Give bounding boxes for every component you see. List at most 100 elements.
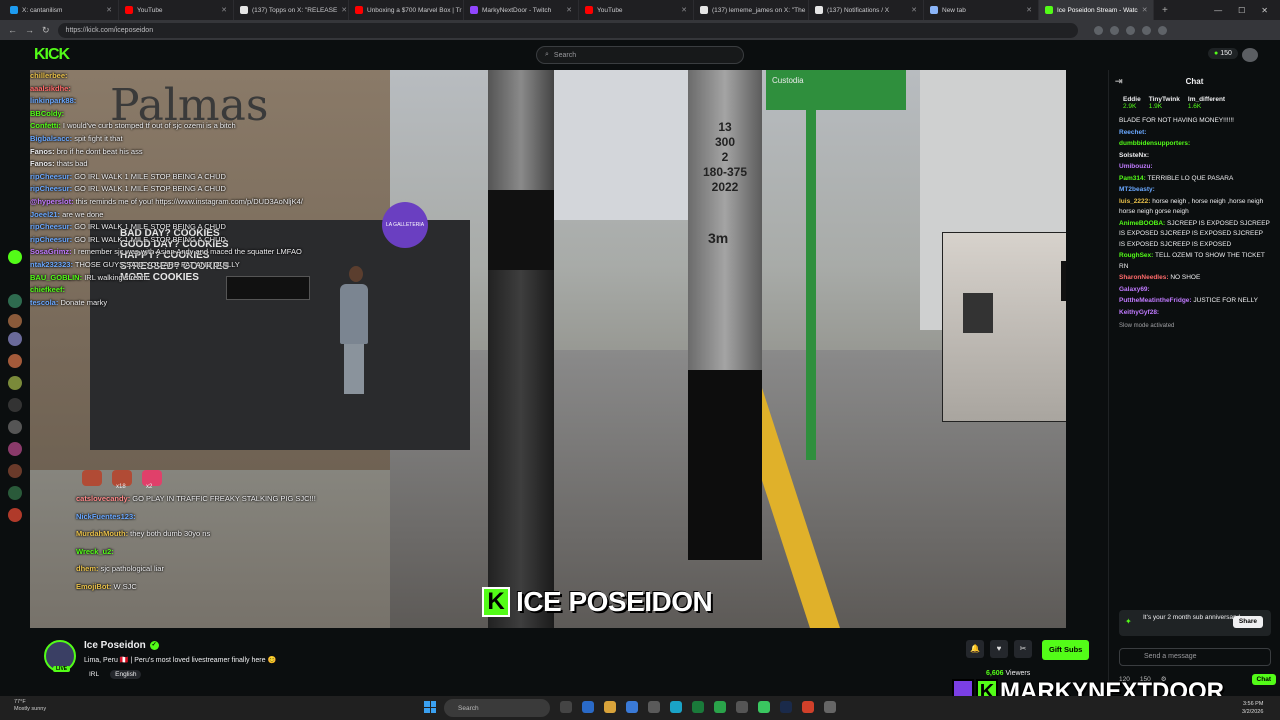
browser-tab[interactable]: Unboxing a $700 Marvel Box | Tr✕ bbox=[349, 0, 464, 20]
leaderboard-entry[interactable]: Eddie 2.9K bbox=[1123, 96, 1141, 110]
followed-channel-icon[interactable] bbox=[8, 398, 22, 412]
gift-subs-button[interactable]: Gift Subs bbox=[1042, 640, 1090, 660]
browser-tab[interactable]: X: cantanilism ✕ bbox=[4, 0, 119, 20]
chat-username[interactable]: SosaGrimz: bbox=[30, 247, 72, 256]
send-chat-button[interactable]: Chat bbox=[1251, 674, 1276, 685]
chat-username[interactable]: ripCheesur: bbox=[30, 222, 72, 231]
file-explorer-icon[interactable] bbox=[604, 701, 616, 713]
leaderboard-entry[interactable]: TinyTwink 1.9K bbox=[1149, 96, 1180, 110]
chat-username[interactable]: SolsteNx: bbox=[1119, 152, 1149, 159]
app-icon[interactable] bbox=[824, 701, 836, 713]
chat-username[interactable]: Fanos: bbox=[30, 159, 55, 168]
collapse-chat-icon[interactable]: ⇥ bbox=[1115, 76, 1123, 87]
tab-close-icon[interactable]: ✕ bbox=[341, 6, 347, 14]
chat-username[interactable]: ripCheesur: bbox=[30, 172, 72, 181]
chat-username[interactable]: Pam314: bbox=[1119, 175, 1146, 182]
chat-username[interactable]: linkinpark88: bbox=[30, 96, 76, 105]
extension-icon[interactable] bbox=[1141, 25, 1151, 35]
browser-tab[interactable]: Ice Poseidon Stream - Watc ✕ bbox=[1039, 0, 1154, 20]
chat-username[interactable]: SharonNeedles: bbox=[1119, 274, 1169, 281]
chat-username[interactable]: ntak232323: bbox=[30, 260, 73, 269]
followed-channel-icon[interactable] bbox=[8, 464, 22, 478]
chat-username[interactable]: Confetti: bbox=[30, 121, 61, 130]
weather-widget[interactable]: 77°F Mostly sunny bbox=[14, 699, 46, 713]
system-clock[interactable]: 3:56 PM 3/2/2026 bbox=[1242, 700, 1263, 716]
browser-tab[interactable]: (137) Topps on X: "RELEASE ✕ bbox=[234, 0, 349, 20]
chat-username[interactable]: MurdahMouth: bbox=[76, 529, 128, 538]
chat-username[interactable]: chillerbee: bbox=[30, 71, 68, 80]
chat-username[interactable]: ripCheesur: bbox=[30, 184, 72, 193]
chat-username[interactable]: luis_2222: bbox=[1119, 198, 1150, 205]
avatar[interactable] bbox=[1242, 48, 1258, 62]
chat-username[interactable]: tescola: bbox=[30, 298, 58, 307]
chat-username[interactable]: MT2beasty: bbox=[1119, 186, 1155, 193]
task-view-icon[interactable] bbox=[560, 701, 572, 713]
chrome-icon[interactable] bbox=[802, 701, 814, 713]
chat-username[interactable]: Joeel21: bbox=[30, 210, 60, 219]
chat-username[interactable]: KeithyGyf28: bbox=[1119, 309, 1159, 316]
tab-close-icon[interactable]: ✕ bbox=[911, 6, 917, 14]
share-button[interactable]: Share bbox=[1232, 616, 1263, 628]
extension-icon[interactable] bbox=[1093, 25, 1103, 35]
browser-tab[interactable]: (137) Notifications / X ✕ bbox=[809, 0, 924, 20]
chat-username[interactable]: dumbbidensupporters: bbox=[1119, 140, 1190, 147]
search-input[interactable]: ⌕ Search bbox=[536, 46, 744, 64]
app-icon[interactable] bbox=[582, 701, 594, 713]
language-tag[interactable]: English bbox=[110, 670, 142, 679]
tab-close-icon[interactable]: ✕ bbox=[1142, 6, 1148, 14]
minimize-icon[interactable]: — bbox=[1214, 6, 1222, 15]
extension-icon[interactable] bbox=[1109, 25, 1119, 35]
chat-username[interactable]: aaalsikdhe: bbox=[30, 84, 71, 93]
taskbar-search[interactable]: Search bbox=[444, 699, 550, 717]
followed-channel-icon[interactable] bbox=[8, 486, 22, 500]
chat-username[interactable]: AnimeBOOBA: bbox=[1119, 220, 1165, 227]
settings-icon[interactable] bbox=[736, 701, 748, 713]
follow-heart-icon[interactable]: ♥ bbox=[990, 640, 1008, 658]
chat-username[interactable]: RoughSex: bbox=[1119, 252, 1153, 259]
browser-tab[interactable]: YouTube ✕ bbox=[579, 0, 694, 20]
chat-username[interactable]: dhem: bbox=[76, 564, 99, 573]
reload-icon[interactable]: ↻ bbox=[42, 25, 50, 36]
app-icon[interactable] bbox=[714, 701, 726, 713]
back-icon[interactable]: ← bbox=[8, 25, 17, 35]
tab-close-icon[interactable]: ✕ bbox=[681, 6, 687, 14]
app-icon[interactable] bbox=[626, 701, 638, 713]
followed-channel-icon[interactable] bbox=[8, 332, 22, 346]
chat-username[interactable]: catslovecandy: bbox=[76, 494, 130, 503]
channel-name[interactable]: Ice Poseidon ✓ bbox=[84, 640, 159, 651]
browser-tab[interactable]: MarkyNextDoor - Twitch ✕ bbox=[464, 0, 579, 20]
chat-username[interactable]: BAU_GOBLIN: bbox=[30, 273, 82, 282]
chat-message-input[interactable]: Send a message bbox=[1119, 648, 1271, 666]
followed-channel-icon[interactable] bbox=[8, 508, 22, 522]
category-tag[interactable]: IRL bbox=[84, 670, 104, 679]
clip-icon[interactable]: ✂ bbox=[1014, 640, 1032, 658]
extension-icon[interactable] bbox=[1125, 25, 1135, 35]
leaderboard-entry[interactable]: Im_different 1.6K bbox=[1188, 96, 1225, 110]
chat-username[interactable]: chiefkeef: bbox=[30, 285, 65, 294]
followed-channel-icon[interactable] bbox=[8, 250, 22, 264]
app-icon[interactable] bbox=[758, 701, 770, 713]
new-tab-button[interactable]: + bbox=[1154, 5, 1176, 16]
tab-close-icon[interactable]: ✕ bbox=[1026, 6, 1032, 14]
chat-username[interactable]: Bigbalsacc: bbox=[30, 134, 72, 143]
maximize-icon[interactable]: ☐ bbox=[1238, 6, 1245, 15]
notification-bell-icon[interactable]: 🔔 bbox=[966, 640, 984, 658]
app-icon[interactable] bbox=[692, 701, 704, 713]
chat-username[interactable]: @hyperslot: bbox=[30, 197, 74, 206]
forward-icon[interactable]: → bbox=[25, 25, 34, 35]
followed-channel-icon[interactable] bbox=[8, 376, 22, 390]
chat-username[interactable]: Galaxy69: bbox=[1119, 286, 1150, 293]
profile-icon[interactable] bbox=[1157, 25, 1167, 35]
url-field[interactable]: https://kick.com/iceposeidon bbox=[57, 22, 1078, 38]
browser-tab[interactable]: (137) lememe_james on X: "The✕ bbox=[694, 0, 809, 20]
windows-start-icon[interactable] bbox=[424, 701, 436, 713]
chat-username[interactable]: BBColdy: bbox=[30, 109, 64, 118]
browser-tab[interactable]: YouTube ✕ bbox=[119, 0, 234, 20]
chat-username[interactable]: Wreck_u2: bbox=[76, 547, 114, 556]
chat-username[interactable]: Fanos: bbox=[30, 147, 55, 156]
points-badge[interactable]: ● 150 bbox=[1208, 48, 1238, 59]
tab-close-icon[interactable]: ✕ bbox=[106, 6, 112, 14]
tab-close-icon[interactable]: ✕ bbox=[566, 6, 572, 14]
chat-username[interactable]: NickFuentes123: bbox=[76, 512, 136, 521]
browser-tab[interactable]: New tab ✕ bbox=[924, 0, 1039, 20]
